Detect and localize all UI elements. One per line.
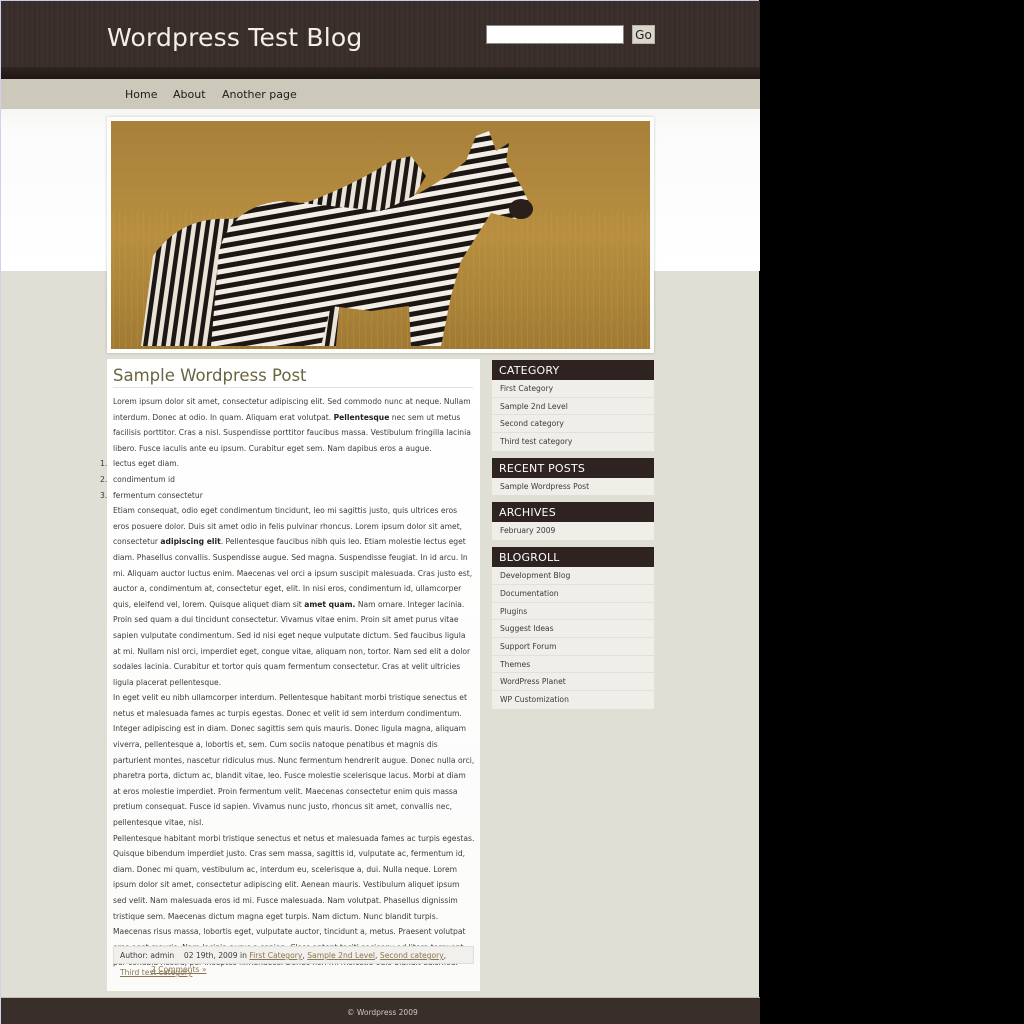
category-link-first[interactable]: First Category [249,951,302,960]
post-paragraph: In eget velit eu nibh ullamcorper interd… [113,693,475,828]
comments-link[interactable]: 2 Comments » [151,965,206,974]
site-header: Wordpress Test Blog Go [1,1,760,79]
sidebar-link[interactable]: Second category [492,415,654,434]
site-title[interactable]: Wordpress Test Blog [107,23,362,52]
post-date: 02 19th, 2009 in [183,951,247,960]
site-footer: © Wordpress 2009 [1,997,760,1024]
sidebar-link[interactable]: February 2009 [492,522,654,540]
sidebar: CATEGORY First Category Sample 2nd Level… [492,360,654,716]
post-ordered-list: 1. lectus eget diam. 2. condimentum id 3. f… [100,456,475,503]
nav-item-another-page[interactable]: Another page [222,88,297,101]
widget-recent-posts: RECENT POSTS Sample Wordpress Post [492,457,654,496]
sidebar-link[interactable]: Sample Wordpress Post [492,478,654,496]
post-container: Sample Wordpress Post Lorem ipsum dolor … [100,359,480,991]
sidebar-link[interactable]: Sample 2nd Level [492,398,654,416]
list-item: 3. fermentum consectetur [100,490,203,500]
sidebar-link[interactable]: Suggest Ideas [492,620,654,638]
list-item: 1. lectus eget diam. [100,459,180,469]
zebras-photo [111,121,650,349]
list-item: 2. condimentum id [100,474,175,484]
widget-archives: ARCHIVES February 2009 [492,502,654,541]
header-banner-image [107,117,654,353]
page: Wordpress Test Blog Go Home About Anothe… [0,0,760,1024]
widget-title: BLOGROLL [492,547,654,568]
category-link-sample-2nd-level[interactable]: Sample 2nd Level [307,951,375,960]
post-paragraph: Lorem ipsum dolor sit amet, consectetur … [113,397,471,453]
search-go-button[interactable]: Go [632,25,655,44]
post-title[interactable]: Sample Wordpress Post [113,366,473,388]
sidebar-link[interactable]: WordPress Planet [492,673,654,691]
sidebar-link[interactable]: First Category [492,380,654,398]
nav-item-about[interactable]: About [173,88,206,101]
footer-copyright: © Wordpress 2009 [347,1008,418,1017]
sidebar-link[interactable]: Plugins [492,603,654,621]
post-body: Lorem ipsum dolor sit amet, consectetur … [100,394,475,971]
main-nav: Home About Another page [1,79,760,109]
sidebar-link[interactable]: Documentation [492,585,654,603]
sidebar-link[interactable]: Third test category [492,433,654,451]
sidebar-link[interactable]: Themes [492,656,654,674]
post-paragraph: Etiam consequat, odio eget condimentum t… [113,506,473,687]
widget-category: CATEGORY First Category Sample 2nd Level… [492,360,654,451]
sidebar-link[interactable]: Support Forum [492,638,654,656]
widget-blogroll: BLOGROLL Development Blog Documentation … [492,547,654,709]
widget-title: ARCHIVES [492,502,654,523]
post-meta: Author: admin 02 19th, 2009 in First Cat… [113,946,474,978]
post-author: Author: admin [120,951,175,960]
search-input[interactable] [486,25,624,44]
widget-title: RECENT POSTS [492,457,654,478]
sidebar-link[interactable]: WP Customization [492,691,654,709]
category-link-second[interactable]: Second category [380,951,444,960]
widget-title: CATEGORY [492,360,654,380]
nav-item-home[interactable]: Home [125,88,157,101]
sidebar-link[interactable]: Development Blog [492,567,654,585]
